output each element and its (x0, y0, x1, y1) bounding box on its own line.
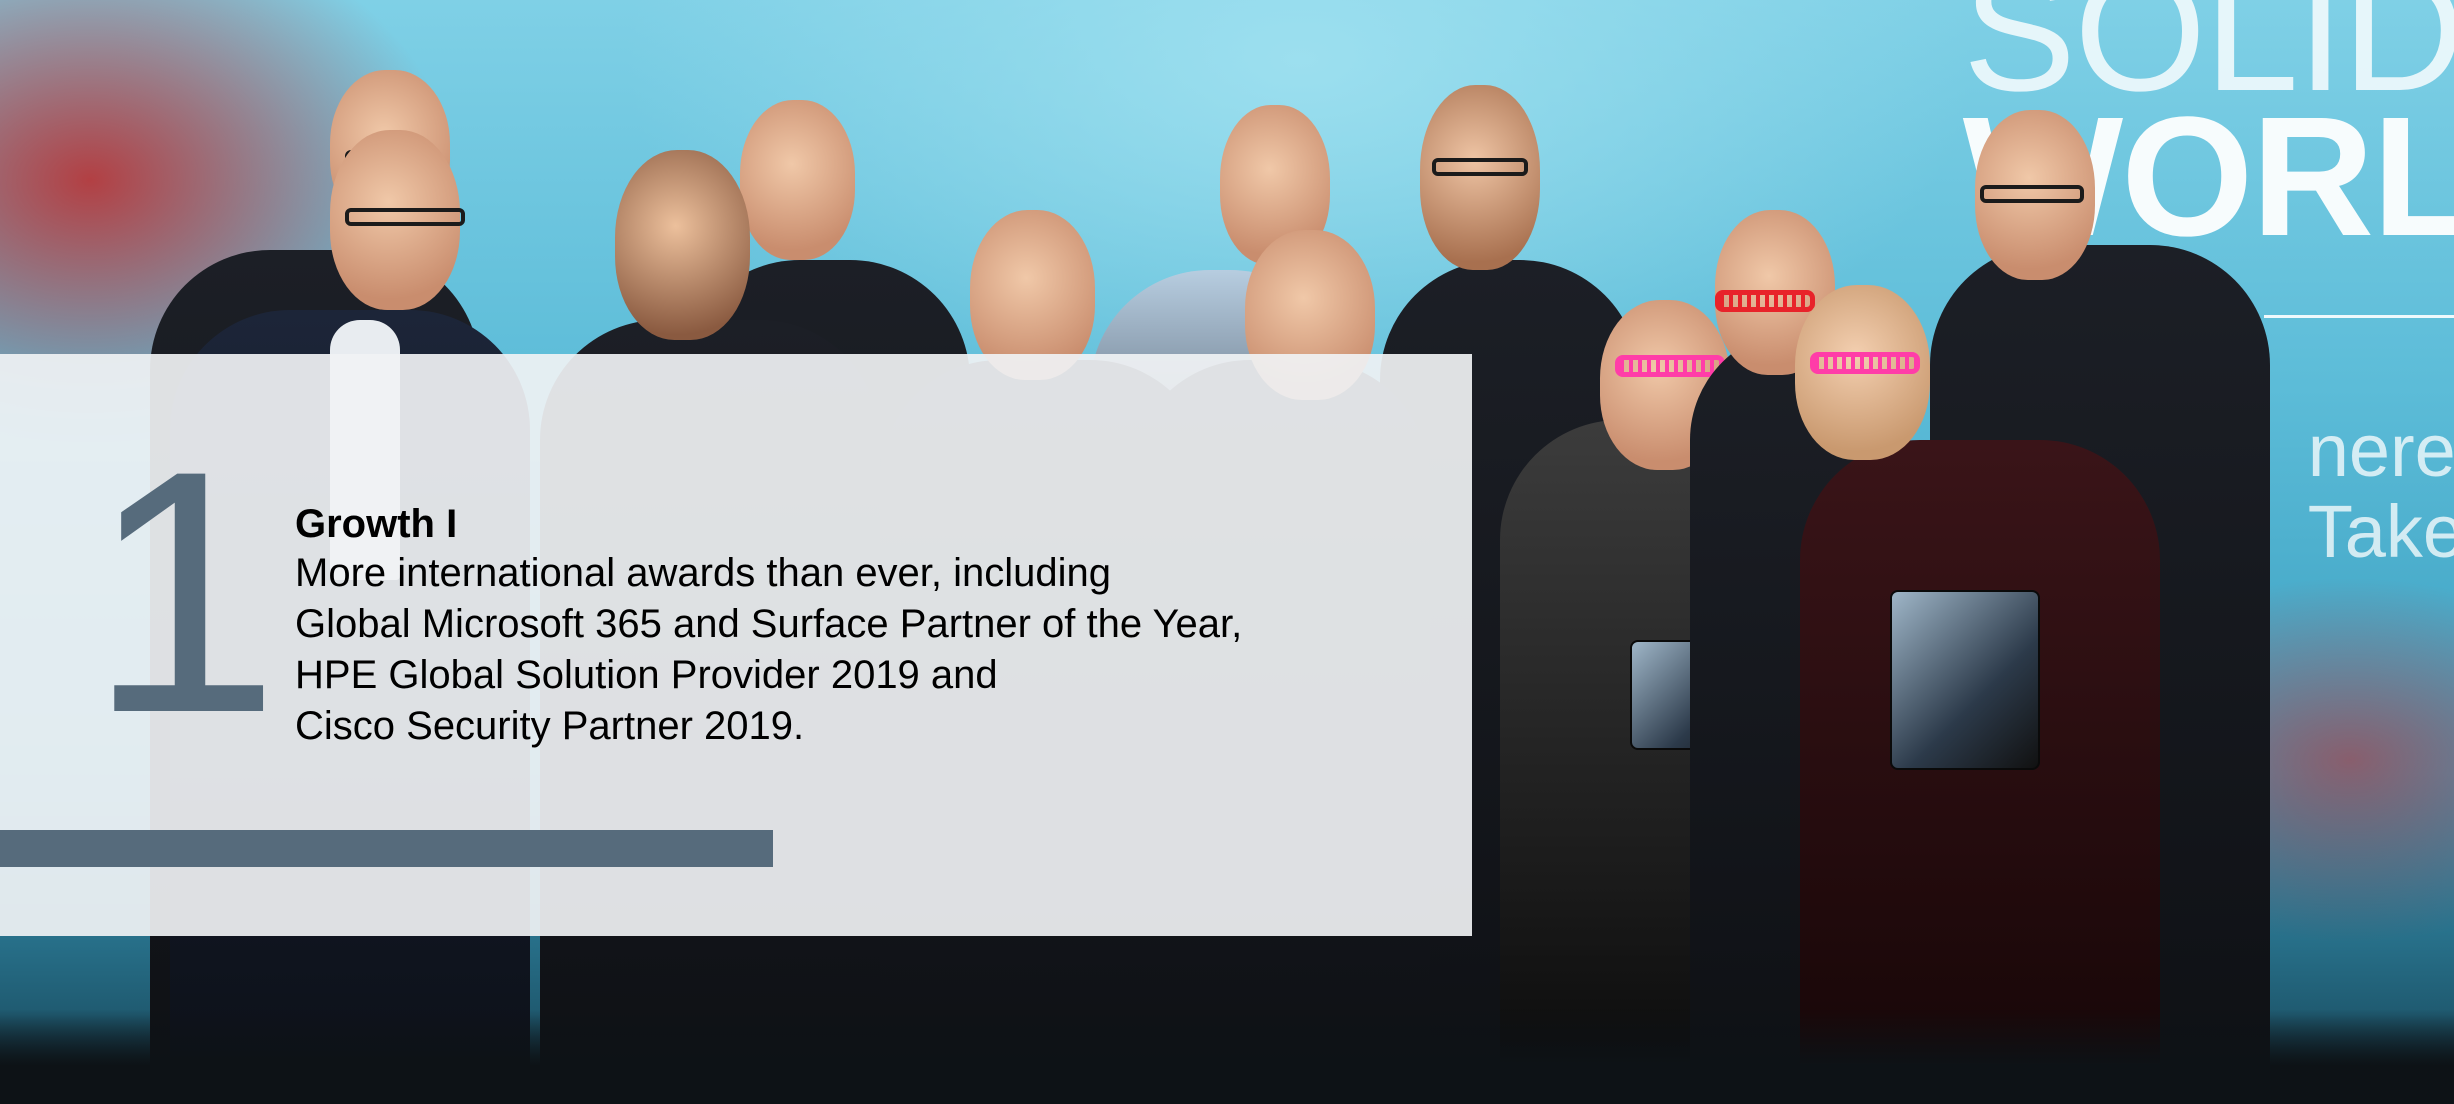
banner-line-1: SOLID (1962, 0, 2454, 127)
banner-rule (2264, 315, 2454, 318)
backdrop-banner-subtext: nere Take (2308, 410, 2454, 573)
body-line: HPE Global Solution Provider 2019 and (295, 653, 998, 697)
stage-floor (0, 1009, 2454, 1104)
body-line: Cisco Security Partner 2019. (295, 704, 805, 748)
accent-bar (0, 830, 773, 867)
slide: SOLID WORL nere Take 1 Growth I More int… (0, 0, 2454, 1104)
section-number: 1 (88, 400, 280, 785)
slide-body-text: More international awards than ever, inc… (295, 548, 1242, 752)
banner-sub-line-2: Take (2307, 490, 2454, 574)
banner-sub-line-1: nere (2307, 409, 2454, 492)
slide-heading: Growth I (295, 502, 458, 546)
body-line: More international awards than ever, inc… (295, 551, 1112, 595)
body-line: Global Microsoft 365 and Surface Partner… (295, 602, 1243, 646)
